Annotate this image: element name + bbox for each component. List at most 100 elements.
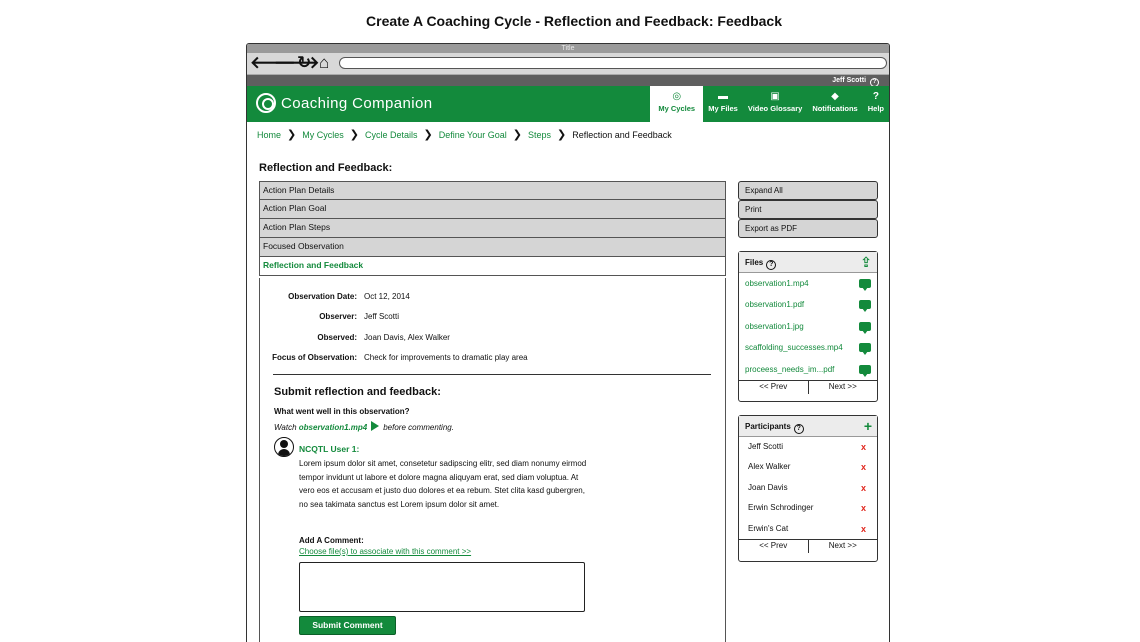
browser-window: Title 🡐 🡒 ↻ ⌂ Jeff Scotti ? Coaching Com… bbox=[246, 43, 890, 642]
nav-video-glossary[interactable]: ▣ Video Glossary bbox=[743, 86, 807, 122]
file-item[interactable]: observation1.mp4 bbox=[739, 273, 877, 294]
comment-textarea[interactable] bbox=[299, 562, 585, 612]
accordion-action-plan-details[interactable]: Action Plan Details bbox=[259, 181, 726, 200]
nav-label: Notifications bbox=[812, 104, 858, 113]
file-name[interactable]: scaffolding_successes.mp4 bbox=[745, 343, 843, 352]
logo-icon bbox=[256, 93, 276, 113]
chevron-right-icon: ❯ bbox=[349, 129, 359, 141]
accordion-reflection-feedback[interactable]: Reflection and Feedback bbox=[259, 257, 726, 276]
detail-label: Observer: bbox=[319, 312, 357, 321]
accordion-action-plan-goal[interactable]: Action Plan Goal bbox=[259, 200, 726, 219]
nav-my-files[interactable]: ▬ My Files bbox=[703, 86, 743, 122]
remove-icon[interactable]: x bbox=[861, 498, 866, 518]
remove-icon[interactable]: x bbox=[861, 478, 866, 498]
detail-value: Joan Davis, Alex Walker bbox=[364, 333, 450, 342]
accordion-focused-observation[interactable]: Focused Observation bbox=[259, 238, 726, 257]
chevron-right-icon: ❯ bbox=[423, 129, 433, 141]
files-header: Files? ⇪ bbox=[739, 252, 877, 273]
user-name[interactable]: Jeff Scotti bbox=[832, 77, 866, 84]
cycles-icon: ◎ bbox=[672, 91, 682, 102]
breadcrumb-define-goal[interactable]: Define Your Goal bbox=[439, 130, 507, 140]
upload-icon[interactable]: ⇪ bbox=[860, 254, 872, 270]
next-button[interactable]: Next >> bbox=[807, 539, 878, 553]
accordion-action-plan-steps[interactable]: Action Plan Steps bbox=[259, 219, 726, 238]
comment-icon[interactable] bbox=[859, 300, 871, 313]
file-name[interactable]: observation1.mp4 bbox=[745, 279, 809, 288]
add-comment-label: Add A Comment: bbox=[299, 536, 364, 545]
page-heading: Create A Coaching Cycle - Reflection and… bbox=[366, 13, 782, 29]
breadcrumb-my-cycles[interactable]: My Cycles bbox=[302, 130, 344, 140]
file-name[interactable]: observation1.pdf bbox=[745, 300, 804, 309]
comment-icon[interactable] bbox=[859, 364, 871, 377]
breadcrumb-steps[interactable]: Steps bbox=[528, 130, 551, 140]
bell-icon: ◆ bbox=[831, 91, 839, 102]
file-item[interactable]: scaffolding_successes.mp4 bbox=[739, 337, 877, 358]
detail-label: Observation Date: bbox=[288, 292, 357, 301]
files-box: Files? ⇪ observation1.mp4 observation1.p… bbox=[738, 251, 878, 402]
remove-icon[interactable]: x bbox=[861, 457, 866, 477]
breadcrumb-current: Reflection and Feedback bbox=[572, 129, 672, 140]
chevron-right-icon: ❯ bbox=[557, 129, 567, 141]
help-icon[interactable]: ? bbox=[766, 260, 777, 270]
next-button[interactable]: Next >> bbox=[807, 380, 878, 394]
breadcrumb-home[interactable]: Home bbox=[257, 130, 281, 140]
file-name[interactable]: observation1.jpg bbox=[745, 322, 804, 331]
nav-my-cycles[interactable]: ◎ My Cycles bbox=[650, 86, 704, 122]
expand-all-button[interactable]: Expand All bbox=[738, 181, 878, 200]
chevron-right-icon: ❯ bbox=[287, 129, 297, 141]
comment-text: Lorem ipsum dolor sit amet, consetetur s… bbox=[299, 459, 587, 509]
brand[interactable]: Coaching Companion bbox=[256, 93, 432, 113]
comment-icon[interactable] bbox=[859, 279, 871, 291]
add-participant-icon[interactable]: + bbox=[864, 418, 872, 434]
remove-icon[interactable]: x bbox=[861, 437, 866, 457]
prev-button[interactable]: << Prev bbox=[739, 540, 808, 553]
detail-row: Observed: Joan Davis, Alex Walker bbox=[260, 333, 450, 342]
export-pdf-button[interactable]: Export as PDF bbox=[738, 219, 878, 238]
help-icon: ? bbox=[872, 91, 879, 102]
comment-icon[interactable] bbox=[859, 343, 871, 356]
detail-label: Observed: bbox=[317, 333, 357, 342]
file-item[interactable]: observation1.pdf bbox=[739, 294, 877, 315]
play-icon[interactable] bbox=[371, 421, 380, 431]
help-icon[interactable]: ? bbox=[793, 424, 804, 434]
file-item[interactable]: proceess_needs_im...pdf bbox=[739, 359, 877, 380]
app-header: Coaching Companion ◎ My Cycles ▬ My File… bbox=[247, 86, 889, 122]
accordion: Action Plan Details Action Plan Goal Act… bbox=[259, 181, 726, 276]
breadcrumb-cycle-details[interactable]: Cycle Details bbox=[365, 130, 418, 140]
detail-value: Check for improvements to dramatic play … bbox=[364, 353, 528, 362]
window-title: Title bbox=[247, 44, 889, 53]
file-name[interactable]: proceess_needs_im...pdf bbox=[745, 365, 834, 374]
nav-label: My Cycles bbox=[658, 104, 696, 113]
reload-icon[interactable]: ↻ bbox=[297, 54, 311, 72]
participant-item: Erwin Schrodinger x bbox=[739, 498, 877, 518]
choose-file-link[interactable]: Choose file(s) to associate with this co… bbox=[299, 547, 471, 556]
watch-instruction: Watch observation1.mp4 before commenting. bbox=[274, 421, 454, 432]
user-bar: Jeff Scotti ? bbox=[247, 75, 889, 87]
comment-icon[interactable] bbox=[859, 321, 871, 334]
participant-name: Joan Davis bbox=[748, 482, 788, 492]
submit-title: Submit reflection and feedback: bbox=[274, 386, 441, 398]
detail-row: Observer: Jeff Scotti bbox=[260, 312, 399, 321]
app-nav: ◎ My Cycles ▬ My Files ▣ Video Glossary … bbox=[650, 86, 889, 122]
browser-navbar: 🡐 🡒 ↻ ⌂ bbox=[247, 53, 889, 75]
prev-button[interactable]: << Prev bbox=[739, 381, 808, 394]
home-icon[interactable]: ⌂ bbox=[319, 54, 329, 72]
participant-item: Alex Walker x bbox=[739, 457, 877, 477]
submit-comment-button[interactable]: Submit Comment bbox=[299, 616, 396, 635]
commenter-name: NCQTL User 1: bbox=[299, 444, 360, 454]
print-button[interactable]: Print bbox=[738, 200, 878, 219]
watch-suffix: before commenting. bbox=[383, 423, 454, 432]
folder-icon: ▬ bbox=[718, 91, 729, 102]
detail-value: Oct 12, 2014 bbox=[364, 292, 410, 301]
participant-item: Joan Davis x bbox=[739, 478, 877, 498]
nav-help[interactable]: ? Help bbox=[863, 86, 889, 122]
watch-file-link[interactable]: observation1.mp4 bbox=[299, 423, 367, 432]
files-pager: << Prev Next >> bbox=[739, 379, 878, 394]
file-item[interactable]: observation1.jpg bbox=[739, 316, 877, 337]
nav-label: Video Glossary bbox=[747, 104, 803, 113]
remove-icon[interactable]: x bbox=[861, 519, 866, 539]
nav-notifications[interactable]: ◆ Notifications bbox=[807, 86, 862, 122]
url-bar[interactable] bbox=[339, 57, 887, 69]
participant-item: Jeff Scotti x bbox=[739, 437, 877, 457]
files-title: Files bbox=[745, 258, 764, 267]
